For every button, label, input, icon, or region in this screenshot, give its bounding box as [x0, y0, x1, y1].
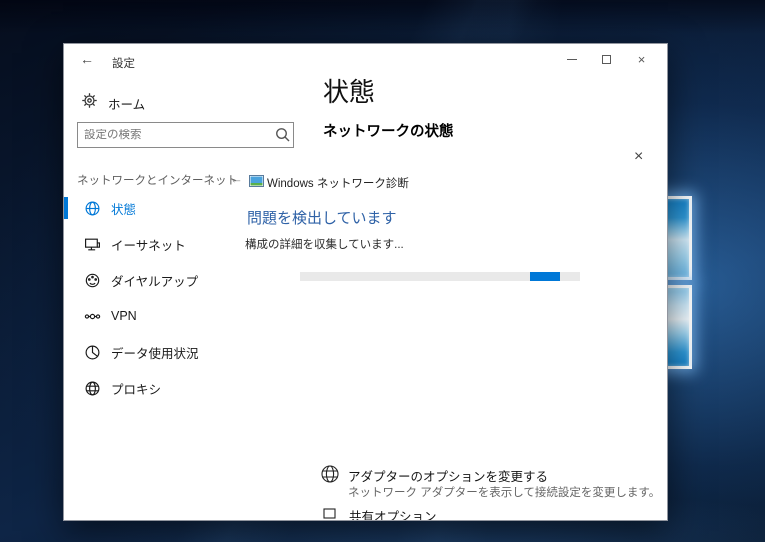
sharing-options-link[interactable]: 共有オプション: [349, 506, 437, 521]
sidebar-section-label: ネットワークとインターネット: [77, 172, 238, 188]
search-icon[interactable]: [273, 125, 293, 145]
sidebar-item-label: プロキシ: [111, 379, 161, 398]
proxy-icon: [84, 380, 101, 397]
sidebar-item-label: ダイヤルアップ: [111, 271, 198, 290]
maximize-button[interactable]: [589, 44, 624, 74]
sidebar-item-data-usage[interactable]: データ使用状況: [64, 334, 294, 370]
search-input[interactable]: [78, 129, 273, 141]
diagnostics-status-detail: 構成の詳細を収集しています...: [245, 236, 404, 252]
sidebar-item-label: データ使用状況: [111, 343, 199, 362]
minimize-icon: [567, 59, 577, 60]
page-title: 状態: [323, 72, 375, 109]
settings-search-box[interactable]: [77, 122, 294, 148]
ethernet-icon: [84, 236, 101, 253]
network-diagnostics-app-icon: [249, 175, 264, 187]
dialup-icon: [84, 272, 101, 289]
sidebar-item-label: 状態: [111, 199, 136, 218]
close-icon: ×: [638, 53, 646, 66]
sharing-options-icon: [323, 508, 337, 521]
sidebar-item-dialup[interactable]: ダイヤルアップ: [64, 262, 294, 298]
sidebar-item-proxy[interactable]: プロキシ: [64, 370, 294, 406]
settings-window: ← 設定 × ホーム ネットワークとインターネット: [63, 43, 668, 521]
window-title: 設定: [112, 55, 135, 71]
network-status-subtitle: ネットワークの状態: [323, 120, 454, 141]
sidebar-item-label: イーサネット: [111, 235, 186, 254]
diagnostics-title: Windows ネットワーク診断: [267, 175, 409, 191]
diagnostics-close-icon[interactable]: ×: [634, 148, 643, 166]
change-adapter-options-description: ネットワーク アダプターを表示して接続設定を変更します。: [348, 484, 660, 500]
data-usage-icon: [84, 344, 101, 361]
network-status-icon: [84, 200, 101, 217]
change-adapter-options-link[interactable]: アダプターのオプションを変更する: [348, 466, 548, 485]
caption-buttons: ×: [554, 44, 659, 74]
diagnostics-back-icon[interactable]: ←: [230, 171, 243, 186]
progress-bar: [300, 272, 580, 281]
close-button[interactable]: ×: [624, 44, 659, 74]
desktop-wallpaper: ← 設定 × ホーム ネットワークとインターネット: [0, 0, 765, 542]
diagnostics-status-heading: 問題を検出しています: [247, 207, 397, 228]
minimize-button[interactable]: [554, 44, 589, 74]
titlebar-back-icon[interactable]: ←: [80, 51, 94, 67]
maximize-icon: [602, 55, 611, 64]
progress-chunk: [530, 272, 561, 281]
vpn-icon: [84, 308, 101, 325]
adapter-options-icon: [319, 463, 341, 485]
sidebar-item-label: VPN: [111, 309, 137, 323]
gear-icon: [81, 92, 98, 109]
sidebar-item-home[interactable]: ホーム: [108, 94, 145, 113]
sidebar-item-vpn[interactable]: VPN: [64, 298, 294, 334]
